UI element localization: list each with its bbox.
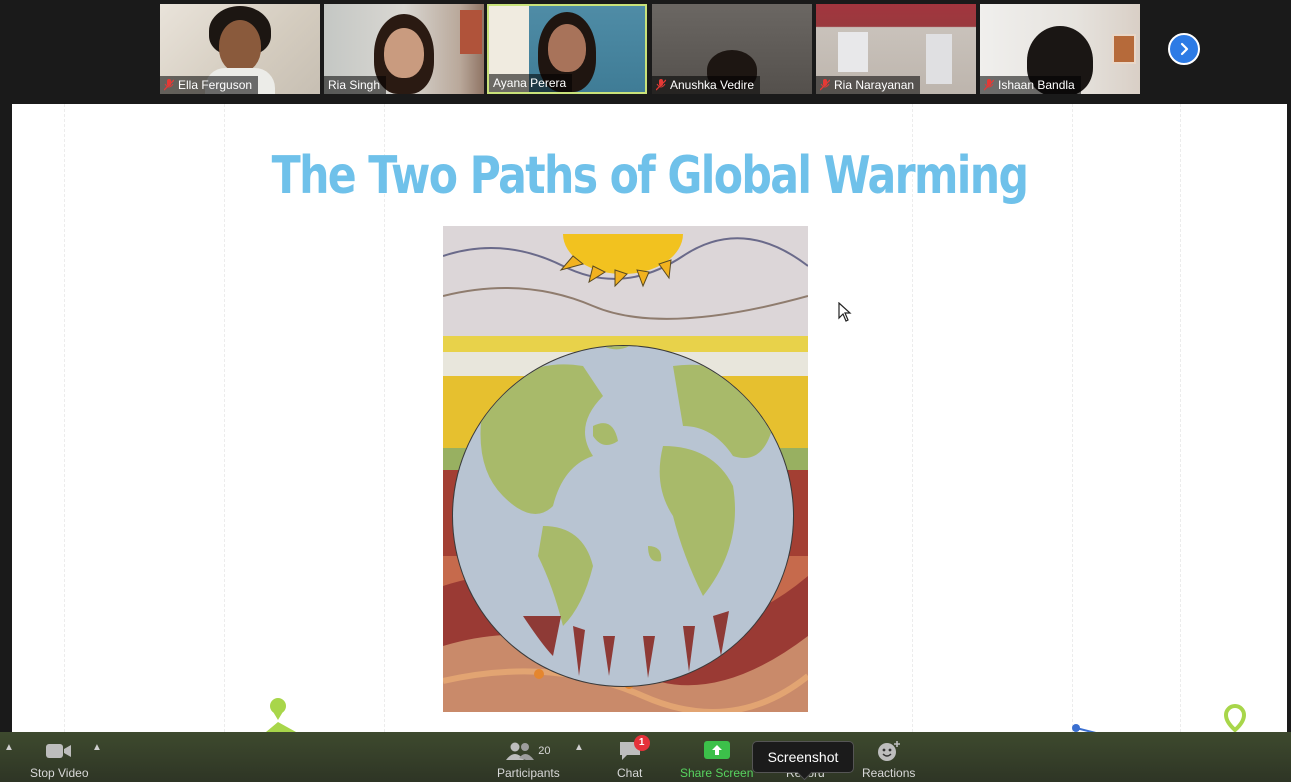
chat-label: Chat	[617, 766, 643, 780]
screenshot-tooltip: Screenshot	[752, 741, 854, 773]
microphone-muted-icon	[656, 79, 666, 91]
participant-tile[interactable]: Ishaan Bandla	[980, 4, 1140, 94]
stop-video-label: Stop Video	[30, 766, 89, 780]
caret-up-icon[interactable]: ▲	[4, 742, 14, 753]
video-camera-icon	[46, 744, 72, 758]
microphone-muted-icon	[820, 79, 830, 91]
participant-name-bar: Ishaan Bandla	[980, 76, 1081, 94]
participant-face	[384, 28, 424, 78]
participant-name: Ella Ferguson	[178, 78, 253, 92]
participant-tile-active[interactable]: Ayana Perera	[487, 4, 647, 94]
participant-name: Ishaan Bandla	[998, 78, 1075, 92]
chevron-right-icon	[1180, 42, 1189, 56]
share-screen-label: Share Screen	[680, 766, 754, 780]
next-participants-button[interactable]	[1168, 33, 1200, 65]
participants-button[interactable]: 20 Participants	[497, 738, 560, 780]
people-icon	[506, 742, 535, 760]
microphone-muted-icon	[984, 79, 994, 91]
participants-count: 20	[538, 745, 551, 757]
participant-name: Ria Narayanan	[834, 78, 915, 92]
participant-name-bar: Ella Ferguson	[160, 76, 259, 94]
stop-video-button[interactable]: Stop Video	[30, 738, 89, 780]
participant-name: Anushka Vedire	[670, 78, 755, 92]
mouse-cursor-icon	[838, 302, 852, 322]
participant-name-bar: Ria Narayanan	[816, 76, 921, 94]
share-screen-button[interactable]: Share Screen	[680, 738, 753, 780]
participant-tile[interactable]: Ria Singh	[324, 4, 484, 94]
reactions-label: Reactions	[862, 766, 916, 780]
meeting-toolbar: ▲ Stop Video ▲ 20 Participants ▲ 1 Chat …	[0, 732, 1291, 782]
participant-name: Ria Singh	[328, 78, 381, 92]
earth-drawing-image	[443, 226, 808, 712]
participant-face	[219, 20, 261, 72]
participants-options-caret-icon[interactable]: ▲	[574, 742, 584, 753]
participant-tile[interactable]: Anushka Vedire	[652, 4, 812, 94]
participant-strip: Ella Ferguson Ria Singh Ayana Perera Anu…	[0, 0, 1291, 104]
participant-name-bar: Ayana Perera	[489, 74, 573, 92]
participant-name-bar: Anushka Vedire	[652, 76, 761, 94]
video-options-caret-icon[interactable]: ▲	[92, 742, 102, 753]
reactions-icon	[877, 741, 900, 761]
location-pin-icon	[266, 698, 296, 732]
decorative-shape	[1072, 724, 1097, 732]
share-screen-icon	[703, 741, 730, 759]
participant-name: Ayana Perera	[493, 76, 567, 90]
participants-label: Participants	[497, 766, 560, 780]
location-pin-icon	[1223, 704, 1247, 732]
reactions-button[interactable]: Reactions	[862, 738, 915, 780]
shared-screen-slide: The Two Paths of Global Warming	[12, 104, 1287, 732]
participant-tile[interactable]: Ella Ferguson	[160, 4, 320, 94]
chat-button[interactable]: 1 Chat	[617, 735, 650, 780]
participant-face	[548, 24, 586, 72]
slide-title: The Two Paths of Global Warming	[271, 146, 1029, 206]
participant-tile[interactable]: Ria Narayanan	[816, 4, 976, 94]
microphone-muted-icon	[164, 79, 174, 91]
chat-unread-badge: 1	[633, 735, 650, 751]
participant-name-bar: Ria Singh	[324, 76, 387, 94]
